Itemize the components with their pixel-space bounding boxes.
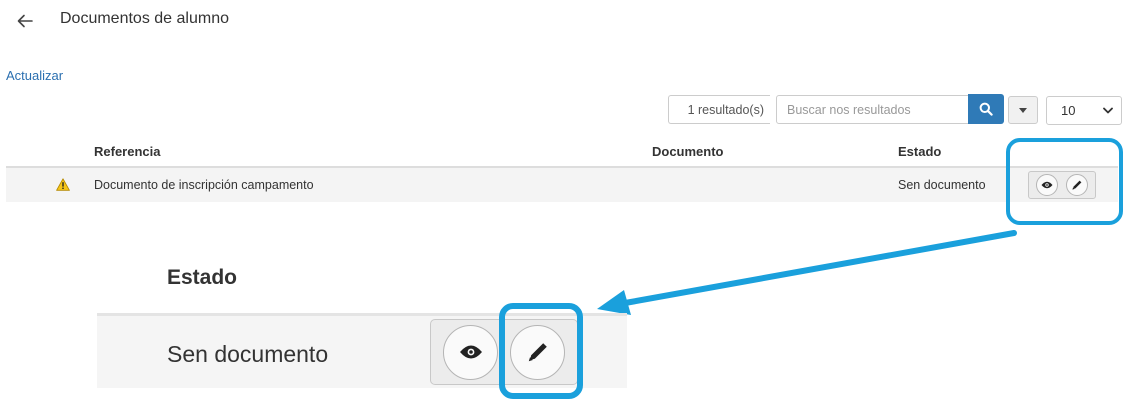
page-size-value: 10	[1061, 103, 1076, 118]
page-size-select[interactable]: 10	[1046, 96, 1122, 125]
arrow-left-icon	[17, 14, 33, 28]
result-count-text: 1 resultado(s)	[687, 102, 764, 117]
eye-icon	[459, 345, 482, 359]
documents-table: Referencia Documento Estado Documento de…	[6, 136, 1118, 202]
zoom-status: Sen documento	[167, 341, 329, 367]
search-input[interactable]	[776, 95, 969, 124]
zoom-view-button[interactable]	[443, 324, 498, 380]
result-count: 1 resultado(s)	[668, 95, 770, 124]
highlight-box-small	[1006, 138, 1123, 225]
warning-icon	[56, 178, 70, 191]
refresh-link[interactable]: Actualizar	[6, 68, 63, 83]
column-header-documento[interactable]: Documento	[652, 144, 724, 159]
highlight-box-large	[499, 303, 583, 399]
search-icon	[979, 102, 993, 116]
column-header-estado[interactable]: Estado	[898, 144, 941, 159]
chevron-down-icon	[1103, 107, 1113, 114]
back-button[interactable]	[6, 4, 44, 38]
page-title: Documentos de alumno	[60, 10, 229, 27]
caret-down-icon	[1019, 107, 1027, 113]
search-button[interactable]	[968, 94, 1004, 124]
column-header-referencia[interactable]: Referencia	[94, 144, 160, 159]
zoom-heading: Estado	[167, 266, 238, 289]
reference-cell: Documento de inscripción campamento	[94, 178, 314, 192]
search-options-dropdown[interactable]	[1008, 96, 1038, 124]
state-cell: Sen documento	[898, 178, 986, 192]
table-row[interactable]: Documento de inscripción campamento Sen …	[6, 168, 1118, 202]
